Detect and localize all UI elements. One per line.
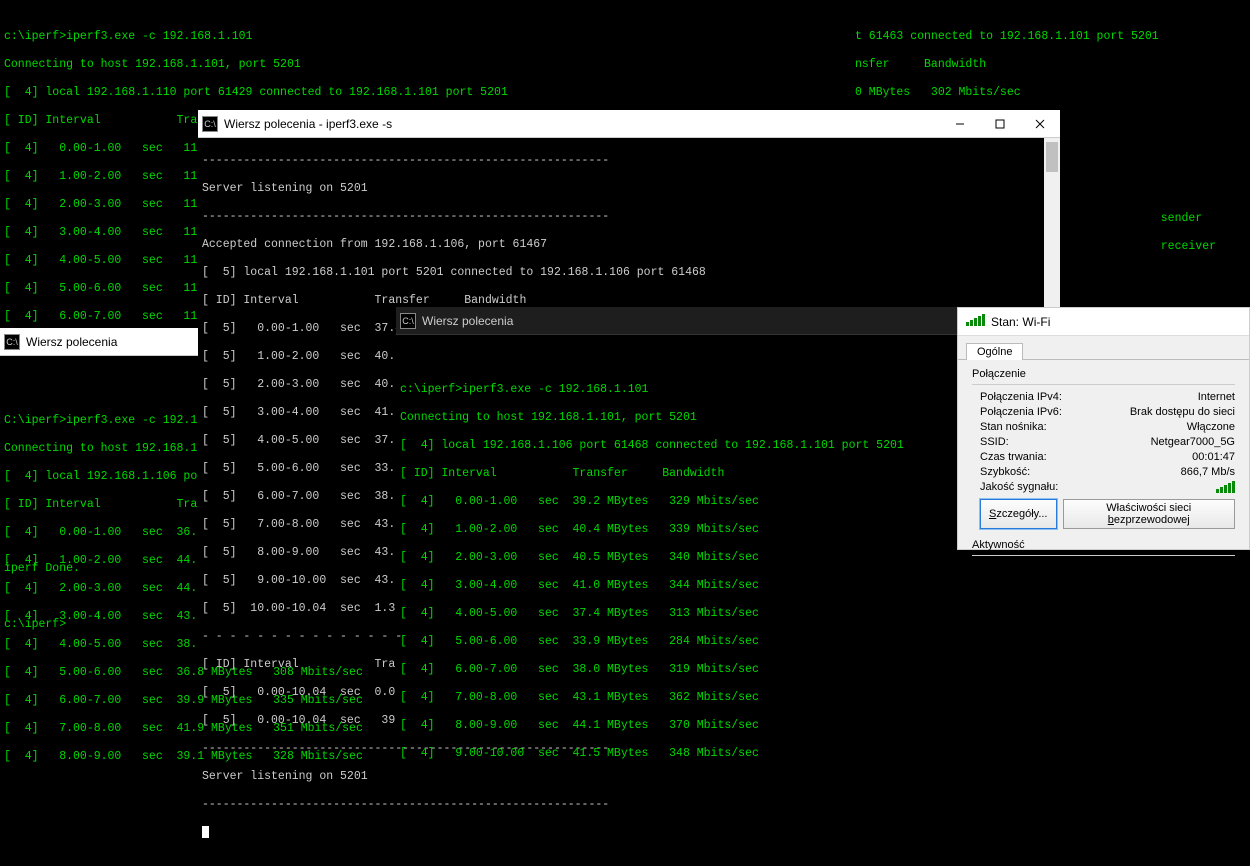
divider: ----------------------------------------… — [202, 798, 1040, 812]
text: Accepted connection from 192.168.1.106, … — [202, 238, 1040, 252]
terminal-bottom-left-titlebar: C:\ Wiersz polecenia — [0, 328, 198, 356]
table-row: [ 4] 1.00-2.00 sec 113 MBytes 948 Mbits/… — [4, 170, 196, 184]
window-title: Wiersz polecenia — [422, 314, 513, 328]
row-speed: Szybkość:866,7 Mb/s — [980, 466, 1235, 478]
table-row: [ 4] 6.00-7.00 sec 11 — [4, 310, 196, 324]
table-row: [ 4] 0.00-1.00 sec 113 MBytes 948 Mbits/… — [4, 142, 196, 156]
table-row: [ 4] 8.00-9.00 sec 44.1 MBytes 370 Mbits… — [400, 719, 954, 733]
cmd-icon: C:\ — [4, 334, 20, 350]
maximize-button[interactable] — [980, 110, 1020, 138]
table-row: [ 4] 3.00-4.00 sec 113 MBytes 947 Mbits/… — [4, 226, 196, 240]
divider: ----------------------------------------… — [202, 210, 1040, 224]
text: [ 4] local 192.168.1.110 port 61429 conn… — [4, 86, 196, 100]
table-row: [ 4] 1.00-2.00 sec 40.4 MBytes 339 Mbits… — [400, 523, 954, 537]
divider — [972, 384, 1235, 385]
row-media: Stan nośnika:Włączone — [980, 421, 1235, 433]
window-titlebar[interactable]: C:\ Wiersz polecenia — [396, 307, 958, 335]
window-titlebar[interactable]: C:\ Wiersz polecenia — [0, 328, 198, 356]
table-row: [ 4] 9.00-10.00 sec 41.5 MBytes 348 Mbit… — [400, 747, 954, 761]
table-header: [ ID] Interval Transfer Bandwidth — [400, 467, 954, 481]
wifi-body: Połączenie Połączenia IPv4:Internet Połą… — [958, 360, 1249, 570]
wifi-title: Wi-Fi — [1022, 315, 1050, 329]
table-row: [ 4] 4.00-5.00 sec 11 — [4, 254, 196, 268]
table-row: [ 4] 2.00-3.00 sec 40.5 MBytes 340 Mbits… — [400, 551, 954, 565]
cursor — [202, 826, 209, 838]
cmd-line: c:\iperf>iperf3.exe -c 192.168.1.101 — [4, 30, 196, 44]
text: Connecting to host 192.168.1.101, port 5… — [4, 58, 196, 72]
section-activity: Aktywność — [972, 539, 1235, 551]
row-duration: Czas trwania:00:01:47 — [980, 451, 1235, 463]
minimize-button[interactable] — [940, 110, 980, 138]
table-header: nsfer Bandwidth — [855, 58, 1246, 72]
text: sender — [1161, 212, 1216, 226]
table-header: [ ID] Interval Transfer Bandwidth — [202, 294, 1040, 308]
table-row: [ 4] 5.00-6.00 sec 33.9 MBytes 284 Mbits… — [400, 635, 954, 649]
table-header: [ ID] Interval Transfer Bandwidth — [4, 114, 196, 128]
text: [ 4] local 192.168.1.106 port 61468 conn… — [400, 439, 954, 453]
cmd-icon: C:\ — [400, 313, 416, 329]
section-connection: Połączenie — [972, 368, 1235, 380]
table-row: [ 4] 7.00-8.00 sec 43.1 MBytes 362 Mbits… — [400, 691, 954, 705]
window-title: Wiersz polecenia — [26, 335, 117, 349]
table-row: [ 4] 5.00-6.00 sec 11 — [4, 282, 196, 296]
window-titlebar[interactable]: C:\ Wiersz polecenia - iperf3.exe -s — [198, 110, 1060, 138]
wifi-title-prefix: Stan: — [991, 315, 1019, 329]
wifi-tabs: Ogólne — [958, 336, 1249, 360]
text: Connecting to host 192.168.1.101, port 5… — [400, 411, 954, 425]
divider — [972, 555, 1235, 556]
row-signal: Jakość sygnału: — [980, 481, 1235, 493]
close-button[interactable] — [1020, 110, 1060, 138]
cmd-line: c:\iperf>iperf3.exe -c 192.168.1.101 — [400, 383, 954, 397]
table-row: [ 4] 2.00-3.00 sec 113 MBytes 948 Mbits/… — [4, 198, 196, 212]
terminal-client-window: C:\ Wiersz polecenia c:\iperf>iperf3.exe… — [396, 307, 958, 550]
window-title: Wiersz polecenia - iperf3.exe -s — [224, 117, 392, 131]
table-row: [ 4] 0.00-1.00 sec 39.2 MBytes 329 Mbits… — [400, 495, 954, 509]
wifi-status-dialog: Stan: Wi-Fi Ogólne Połączenie Połączenia… — [957, 307, 1250, 550]
table-row: [ 4] 4.00-5.00 sec 37.4 MBytes 313 Mbits… — [400, 607, 954, 621]
scrollbar-thumb[interactable] — [1046, 142, 1058, 172]
signal-bars-icon — [1216, 481, 1235, 493]
text: t 61463 connected to 192.168.1.101 port … — [855, 30, 1246, 44]
terminal-content[interactable]: c:\iperf>iperf3.exe -c 192.168.1.101 Con… — [396, 335, 958, 550]
wifi-signal-icon — [966, 314, 985, 329]
tab-general[interactable]: Ogólne — [966, 343, 1023, 360]
table-row: [ 4] 6.00-7.00 sec 38.0 MBytes 319 Mbits… — [400, 663, 954, 677]
row-ssid: SSID:Netgear7000_5G — [980, 436, 1235, 448]
divider: ----------------------------------------… — [202, 154, 1040, 168]
wifi-dialog-titlebar[interactable]: Stan: Wi-Fi — [958, 308, 1249, 336]
cmd-icon: C:\ — [202, 116, 218, 132]
text: receiver — [1161, 240, 1216, 254]
row-ipv6: Połączenia IPv6:Brak dostępu do sieci — [980, 406, 1235, 418]
text: Server listening on 5201 — [202, 182, 1040, 196]
wireless-properties-button[interactable]: Właściwości sieci bezprzewodowej — [1063, 499, 1236, 529]
text: Server listening on 5201 — [202, 770, 1040, 784]
table-row: [ 4] 3.00-4.00 sec 41.0 MBytes 344 Mbits… — [400, 579, 954, 593]
text: [ 5] local 192.168.1.101 port 5201 conne… — [202, 266, 1040, 280]
row-ipv4: Połączenia IPv4:Internet — [980, 391, 1235, 403]
table-row: 0 MBytes 302 Mbits/sec — [855, 86, 1246, 100]
details-button[interactable]: Szczegóły... — [980, 499, 1057, 529]
